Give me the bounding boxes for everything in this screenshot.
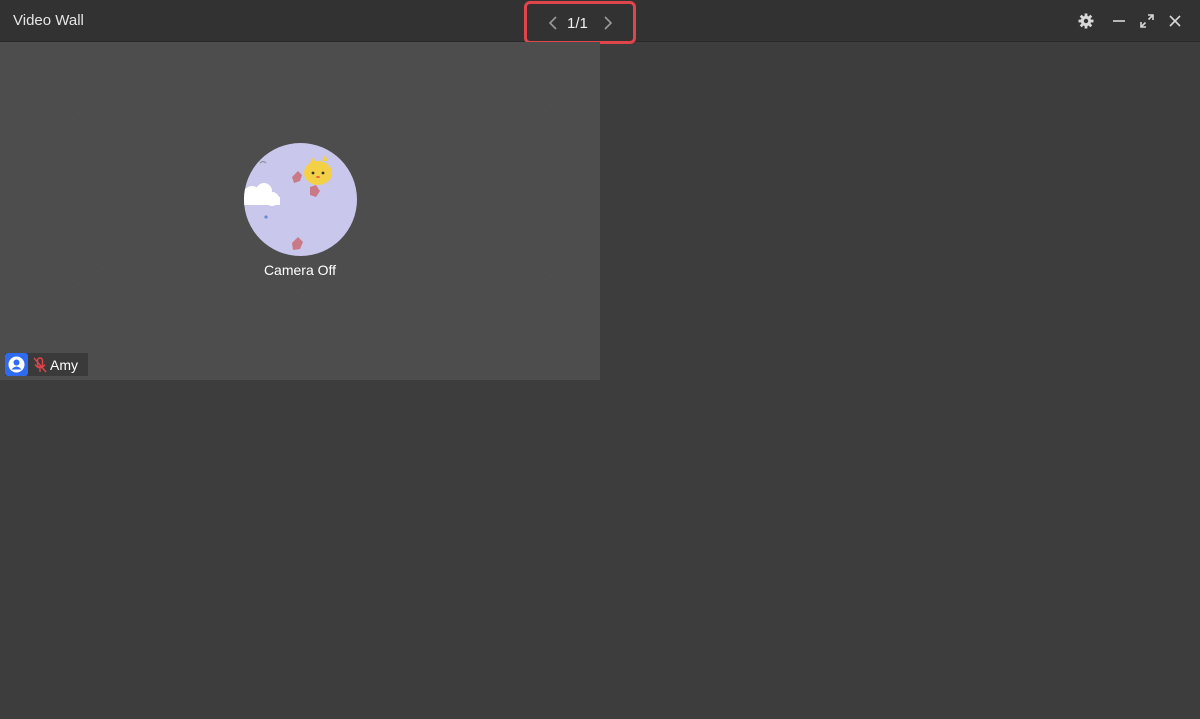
title-bar: Video Wall 1/1 (0, 0, 1200, 44)
page-indicator: 1/1 (567, 15, 588, 32)
mic-off-icon (32, 356, 48, 374)
window-title: Video Wall (13, 12, 84, 29)
video-wall-window: Video Wall 1/1 Camera Off Amy (0, 0, 1200, 719)
expand-icon[interactable] (1138, 12, 1156, 30)
page-navigator: 1/1 (524, 1, 636, 44)
participant-name: Amy (50, 356, 78, 373)
chevron-right-icon[interactable] (599, 14, 615, 32)
watermark: · · · · · · · (520, 90, 567, 129)
participant-nametag: Amy (5, 353, 88, 376)
watermark: · · · · · · · (290, 90, 337, 129)
chevron-left-icon[interactable] (546, 14, 562, 32)
camera-off-label: Camera Off (263, 262, 337, 278)
watermark: · · · · · · · (60, 90, 107, 129)
minimize-icon[interactable] (1110, 12, 1128, 30)
user-icon (5, 353, 28, 376)
participant-avatar (244, 143, 357, 256)
gear-icon[interactable] (1077, 12, 1095, 30)
close-icon[interactable] (1166, 12, 1184, 30)
video-tile[interactable]: · · · · · · · · · · · · · · · · · · · · … (0, 42, 600, 380)
